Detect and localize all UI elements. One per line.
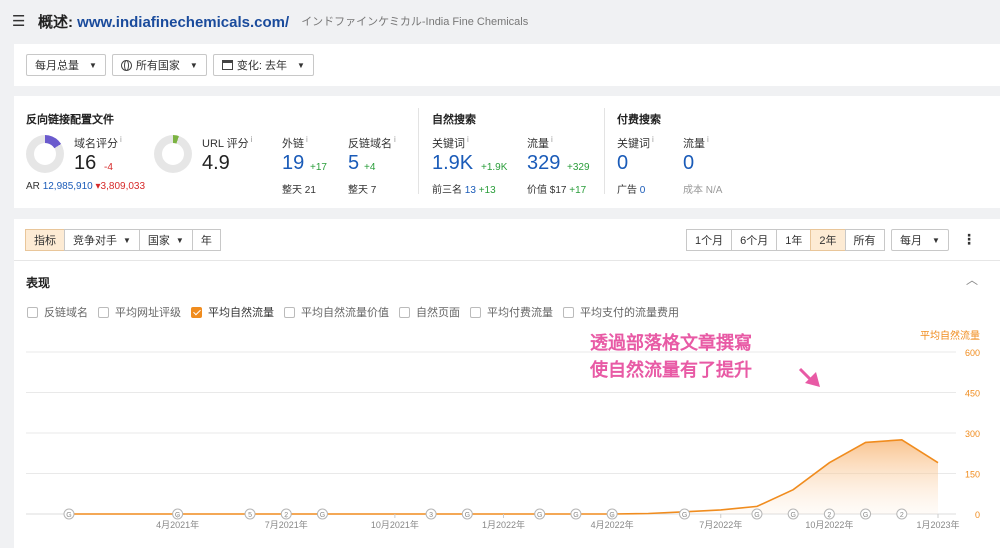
y-tick-label: 150 xyxy=(965,470,980,480)
event-marker-label: G xyxy=(465,512,470,519)
organic-keywords-label: 关键词 i xyxy=(432,135,469,150)
event-marker-label: G xyxy=(790,512,795,519)
menu-icon[interactable]: ☰ xyxy=(12,12,26,30)
x-tick-label: 7月2021年 xyxy=(265,519,308,530)
paid-keywords-value[interactable]: 0 xyxy=(617,152,628,175)
page-subtitle: インドファインケミカル-India Fine Chemicals xyxy=(301,16,529,28)
metrics-panel: 反向链接配置文件 域名评分 i 16 -4 URL 评分 i 4.9 AR 12,9… xyxy=(14,96,1000,208)
backlinks-all-time: 整天 21 xyxy=(282,185,316,196)
change-dropdown[interactable]: 变化: 去年 ▼ xyxy=(212,54,314,76)
organic-keywords-delta: +1.9K xyxy=(481,162,508,173)
paid-cost: 成本 N/A xyxy=(683,185,723,196)
caret-down-icon: ▼ xyxy=(296,60,305,70)
y-tick-label: 450 xyxy=(965,389,980,399)
info-icon: i xyxy=(120,135,122,145)
page-title: 概述: www.indiafinechemicals.com/ xyxy=(38,11,289,32)
info-icon: i xyxy=(707,135,709,145)
event-marker-label: G xyxy=(682,512,687,519)
event-marker-label: 2 xyxy=(900,512,904,519)
organic-keywords-value[interactable]: 1.9K xyxy=(432,152,473,175)
organic-section-title: 自然搜索 xyxy=(432,114,476,126)
annotation-line-1: 透過部落格文章撰寫 xyxy=(590,332,752,354)
event-marker-label: G xyxy=(754,512,759,519)
divider xyxy=(418,108,419,194)
event-marker-label: 3 xyxy=(429,512,433,519)
info-icon: i xyxy=(551,135,553,145)
paid-traffic-value[interactable]: 0 xyxy=(683,152,694,175)
change-label: 变化: 去年 xyxy=(236,60,287,72)
referring-domains-label: 反链域名 i xyxy=(348,135,396,150)
backlinks-delta: +17 xyxy=(310,162,327,173)
filter-bar: 每月总量 ▼ 所有国家 ▼ 变化: 去年 ▼ xyxy=(14,44,1000,86)
x-tick-label: 10月2021年 xyxy=(371,519,419,530)
y-tick-label: 300 xyxy=(965,429,980,439)
info-icon: i xyxy=(250,135,253,145)
info-icon: i xyxy=(467,135,469,145)
url-rating-gauge xyxy=(154,135,192,173)
country-dropdown[interactable]: 所有国家 ▼ xyxy=(111,54,207,76)
domain-rating-label: 域名评分 i xyxy=(74,135,122,150)
volume-label: 每月总量 xyxy=(35,60,79,72)
calendar-icon xyxy=(221,60,233,70)
backlinks-value[interactable]: 19 xyxy=(282,152,304,175)
x-tick-label: 10月2022年 xyxy=(805,519,853,530)
organic-traffic-label: 流量 i xyxy=(527,135,553,150)
x-tick-label: 7月2022年 xyxy=(699,519,742,530)
title-prefix: 概述: xyxy=(38,13,78,31)
backlinks-section-title: 反向链接配置文件 xyxy=(26,114,114,126)
paid-keywords-label: 关键词 i xyxy=(617,135,654,150)
backlinks-label: 外链 i xyxy=(282,135,308,150)
ahrefs-rank: AR 12,985,910 ▾3,809,033 xyxy=(26,181,146,192)
caret-down-icon: ▼ xyxy=(189,60,198,70)
traffic-chart: GG52G3GGGGGGG2G2 0150300450600平均自然流量4月20… xyxy=(26,329,980,530)
x-tick-label: 4月2022年 xyxy=(591,519,634,530)
event-marker-label: G xyxy=(320,512,325,519)
paid-ads: 广告 0 xyxy=(617,185,646,196)
top3-keywords: 前三名 13 +13 xyxy=(432,185,496,196)
url-rating-label: URL 评分 i xyxy=(202,135,253,150)
url-rating-value: 4.9 xyxy=(202,152,230,174)
target-domain[interactable]: www.indiafinechemicals.com/ xyxy=(77,14,289,31)
y-tick-label: 0 xyxy=(975,510,980,520)
paid-section-title: 付费搜索 xyxy=(617,114,661,126)
x-tick-label: 1月2023年 xyxy=(916,519,959,530)
annotation-line-2: 使自然流量有了提升 xyxy=(589,359,752,381)
traffic-area xyxy=(69,439,938,514)
domain-rating-value: 16 xyxy=(74,152,97,174)
event-marker-label: 5 xyxy=(248,512,252,519)
x-tick-label: 4月2021年 xyxy=(156,519,199,530)
info-icon: i xyxy=(652,135,654,145)
event-marker-label: G xyxy=(863,512,868,519)
referring-domains-delta: +4 xyxy=(364,162,376,173)
event-marker-label: G xyxy=(537,512,542,519)
volume-dropdown[interactable]: 每月总量 ▼ xyxy=(26,54,106,76)
info-icon: i xyxy=(306,135,308,145)
caret-down-icon: ▼ xyxy=(89,60,97,70)
traffic-value: 价值 $17 +17 xyxy=(527,185,587,196)
organic-traffic-value[interactable]: 329 xyxy=(527,152,560,175)
divider xyxy=(604,108,605,194)
referring-domains-all-time: 整天 7 xyxy=(348,185,377,196)
y-axis-title: 平均自然流量 xyxy=(920,329,980,342)
y-tick-label: 600 xyxy=(965,348,980,358)
paid-traffic-label: 流量 i xyxy=(683,135,709,150)
domain-rating-gauge xyxy=(26,135,64,173)
chart-panel: 指标 竞争对手 ▼ 国家 ▼ 年 1个月 6个月 1年 2年 所有 每月 ▼ ⋮ 表现… xyxy=(14,219,1000,548)
event-marker-label: G xyxy=(66,512,71,519)
referring-domains-value[interactable]: 5 xyxy=(348,152,359,175)
country-label: 所有国家 xyxy=(135,60,180,72)
organic-traffic-delta: +329 xyxy=(567,162,590,173)
event-marker-label: G xyxy=(573,512,578,519)
info-icon: i xyxy=(394,135,396,145)
top-bar: ☰ 概述: www.indiafinechemicals.com/ インドファイ… xyxy=(0,0,1000,42)
x-tick-label: 1月2022年 xyxy=(482,519,525,530)
domain-rating-delta: -4 xyxy=(104,162,113,173)
globe-icon xyxy=(120,59,132,71)
